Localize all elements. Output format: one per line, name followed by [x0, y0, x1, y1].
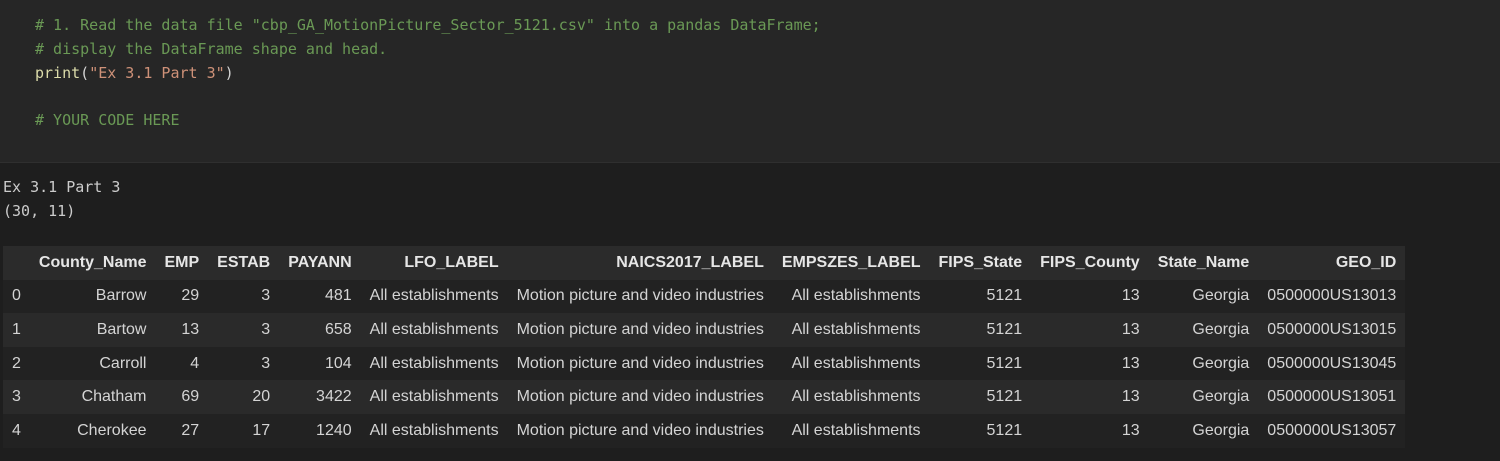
table-cell: 13 [1121, 388, 1140, 406]
table-cell: Barrow [95, 287, 147, 305]
output-text-line: Ex 3.1 Part 3 [3, 178, 121, 196]
code-print-line: print("Ex 3.1 Part 3") [35, 61, 234, 85]
code-comment-line: # 1. Read the data file "cbp_GA_MotionPi… [35, 16, 821, 34]
table-cell: Georgia [1192, 421, 1250, 439]
row-index: 0 [12, 287, 21, 305]
column-header: ESTAB [217, 253, 271, 271]
dataframe-header-row: County_Name EMP ESTAB PAYANN LFO_LABEL NAICS2… [3, 246, 1406, 280]
table-cell: 1240 [316, 421, 352, 439]
table-cell: Cherokee [77, 421, 147, 439]
code-comment-line: # YOUR CODE HERE [35, 111, 180, 129]
table-cell: 0500000US13013 [1267, 287, 1397, 305]
row-index: 4 [12, 421, 21, 439]
table-cell: 481 [324, 287, 352, 305]
row-index: 3 [12, 388, 21, 406]
column-header: FIPS_State [938, 253, 1023, 271]
table-cell: 27 [181, 421, 200, 439]
table-row: 3 Chatham 69 20 3422 All establishments Motion… [3, 380, 1406, 414]
table-cell: 5121 [986, 421, 1023, 439]
table-cell: Motion picture and video industries [516, 287, 764, 305]
table-cell: 104 [324, 354, 352, 372]
dataframe-index-header [3, 246, 30, 280]
table-cell: 3422 [316, 388, 352, 406]
table-cell: 658 [324, 320, 352, 338]
table-cell: 69 [181, 388, 200, 406]
table-cell: Georgia [1192, 287, 1250, 305]
table-row: 4 Cherokee 27 17 1240 All establishments Motio… [3, 413, 1406, 448]
table-cell: All establishments [791, 287, 921, 305]
column-header: GEO_ID [1335, 253, 1397, 271]
table-cell: 0500000US13057 [1267, 421, 1397, 439]
row-index: 1 [12, 320, 21, 338]
code-function-name: print [35, 64, 81, 82]
table-row: 2 Carroll 4 3 104 All establishments Motion pi… [3, 346, 1406, 381]
column-header: County_Name [38, 253, 147, 271]
table-cell: All establishments [791, 354, 921, 372]
table-cell: 0500000US13051 [1267, 388, 1397, 406]
output-text-line: (30, 11) [3, 202, 76, 220]
table-cell: Carroll [99, 354, 147, 372]
table-cell: 3 [261, 354, 271, 372]
table-cell: 29 [181, 287, 200, 305]
table-cell: Motion picture and video industries [516, 421, 764, 439]
cell-output: Ex 3.1 Part 3 (30, 11) County_Name EMP EST… [0, 163, 1500, 461]
table-cell: Bartow [96, 320, 147, 338]
table-cell: 20 [252, 388, 271, 406]
column-header: FIPS_County [1040, 253, 1140, 271]
table-cell: 17 [252, 421, 271, 439]
table-cell: 13 [1121, 320, 1140, 338]
row-index: 2 [12, 354, 21, 372]
table-cell: 0500000US13015 [1267, 320, 1397, 338]
dataframe-table: County_Name EMP ESTAB PAYANN LFO_LABEL NAICS2… [3, 246, 1406, 448]
notebook-view: # 1. Read the data file "cbp_GA_MotionPi… [0, 0, 1500, 461]
column-header: PAYANN [288, 253, 352, 271]
table-cell: All establishments [369, 421, 499, 439]
table-cell: 13 [1121, 287, 1140, 305]
table-cell: 5121 [986, 388, 1023, 406]
table-cell: 3 [261, 320, 271, 338]
table-cell: 4 [190, 354, 200, 372]
column-header: EMP [164, 253, 200, 271]
table-cell: 5121 [986, 320, 1023, 338]
table-cell: Motion picture and video industries [516, 354, 764, 372]
table-cell: All establishments [369, 320, 499, 338]
table-cell: 13 [1121, 354, 1140, 372]
table-cell: All establishments [791, 320, 921, 338]
table-cell: Georgia [1192, 354, 1250, 372]
column-header: EMPSZES_LABEL [781, 253, 921, 271]
table-cell: 13 [181, 320, 200, 338]
table-cell: 0500000US13045 [1267, 354, 1397, 372]
code-string-literal: "Ex 3.1 Part 3" [89, 64, 225, 82]
code-punctuation: ( [80, 64, 90, 82]
table-cell: All establishments [369, 287, 499, 305]
table-cell: All establishments [791, 388, 921, 406]
table-cell: 5121 [986, 287, 1023, 305]
column-header: NAICS2017_LABEL [616, 253, 764, 271]
table-cell: 5121 [986, 354, 1023, 372]
table-cell: Motion picture and video industries [516, 320, 764, 338]
table-cell: 13 [1121, 421, 1140, 439]
table-cell: Georgia [1192, 388, 1250, 406]
table-row: 1 Bartow 13 3 658 All establishments Motion pi… [3, 313, 1406, 347]
code-comment-line: # display the DataFrame shape and head. [35, 40, 388, 58]
table-row: 0 Barrow 29 3 481 All establishments Motion pi… [3, 279, 1406, 314]
column-header: State_Name [1157, 253, 1250, 271]
table-cell: Chatham [81, 388, 147, 406]
column-header: LFO_LABEL [404, 253, 499, 271]
code-punctuation: ) [224, 64, 234, 82]
table-cell: All establishments [369, 354, 499, 372]
table-cell: All establishments [791, 421, 921, 439]
table-cell: Motion picture and video industries [516, 388, 764, 406]
table-cell: All establishments [369, 388, 499, 406]
table-cell: 3 [261, 287, 271, 305]
code-cell-editor[interactable]: # 1. Read the data file "cbp_GA_MotionPi… [0, 0, 1500, 163]
table-cell: Georgia [1192, 320, 1250, 338]
